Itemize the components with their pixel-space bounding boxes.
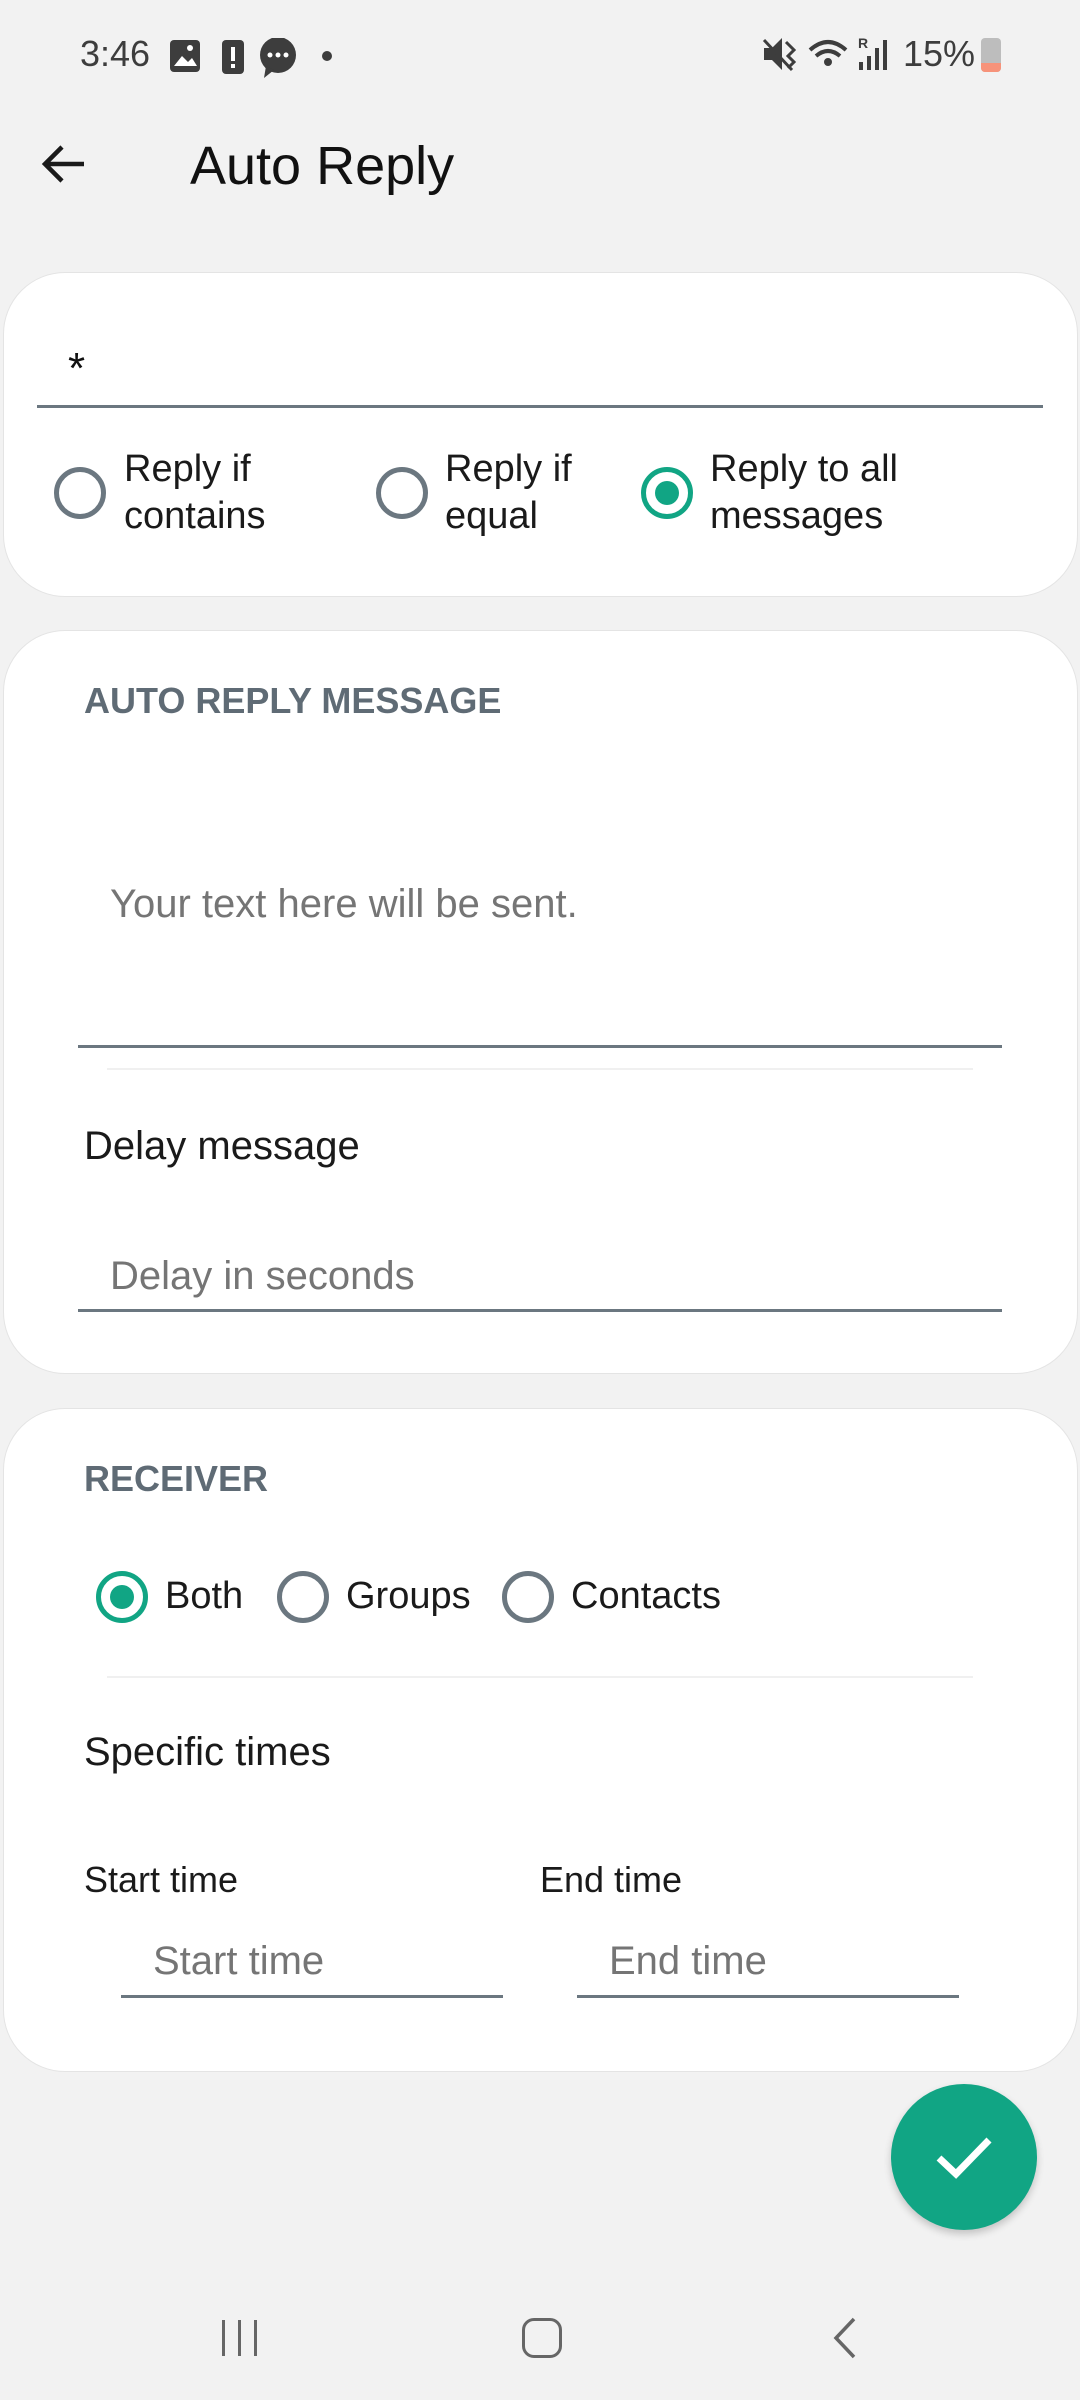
radio-label: Contacts [571, 1575, 721, 1617]
dot-icon [322, 51, 332, 61]
radio-groups[interactable] [277, 1571, 329, 1623]
message-underline [78, 1045, 1002, 1048]
check-icon [936, 2137, 992, 2179]
home-icon[interactable] [522, 2318, 562, 2358]
specific-times-label: Specific times [84, 1730, 331, 1774]
chat-icon [260, 38, 296, 78]
gallery-icon [170, 40, 200, 72]
svg-text:R: R [858, 36, 868, 51]
end-time-underline [577, 1995, 959, 1998]
end-time-input[interactable]: End time [609, 1937, 767, 1985]
delay-underline [78, 1309, 1002, 1312]
divider [107, 1676, 973, 1678]
keyword-underline [37, 405, 1043, 408]
back-button[interactable] [40, 142, 88, 186]
radio-both[interactable] [96, 1571, 148, 1623]
start-time-label: Start time [84, 1859, 239, 1900]
divider [107, 1068, 973, 1070]
back-icon[interactable] [830, 2316, 860, 2360]
delay-input[interactable]: Delay in seconds [110, 1252, 415, 1300]
battery-alert-icon [222, 40, 244, 74]
start-time-input[interactable]: Start time [153, 1937, 324, 1985]
keyword-input[interactable]: * [68, 343, 85, 396]
recents-icon[interactable] [220, 2318, 260, 2358]
radio-label: Reply to all messages [710, 448, 898, 537]
reply-message-input[interactable]: Your text here will be sent. [110, 880, 578, 928]
page-title: Auto Reply [190, 136, 455, 196]
signal-roaming-icon: R [858, 36, 887, 70]
radio-contacts[interactable] [502, 1571, 554, 1623]
radio-label: Both [165, 1575, 244, 1617]
radio-label: Reply if contains [124, 448, 266, 537]
section-header: AUTO REPLY MESSAGE [84, 680, 502, 721]
start-time-underline [121, 1995, 503, 1998]
radio-label: Groups [346, 1575, 471, 1617]
radio-label: Reply if equal [445, 448, 572, 537]
radio-reply-if-contains[interactable] [54, 467, 106, 519]
save-fab-button[interactable] [891, 2084, 1037, 2230]
section-header: RECEIVER [84, 1458, 269, 1499]
keyword-card [3, 272, 1078, 597]
radio-reply-if-equal[interactable] [376, 467, 428, 519]
status-time: 3:46 [80, 33, 151, 74]
radio-reply-to-all[interactable] [641, 467, 693, 519]
battery-low-icon [981, 38, 1001, 72]
delay-label: Delay message [84, 1124, 360, 1168]
notification-icons [170, 38, 332, 78]
end-time-label: End time [540, 1859, 683, 1900]
mute-icon [762, 38, 797, 72]
wifi-icon [808, 40, 848, 66]
battery-percent: 15% [903, 33, 976, 74]
